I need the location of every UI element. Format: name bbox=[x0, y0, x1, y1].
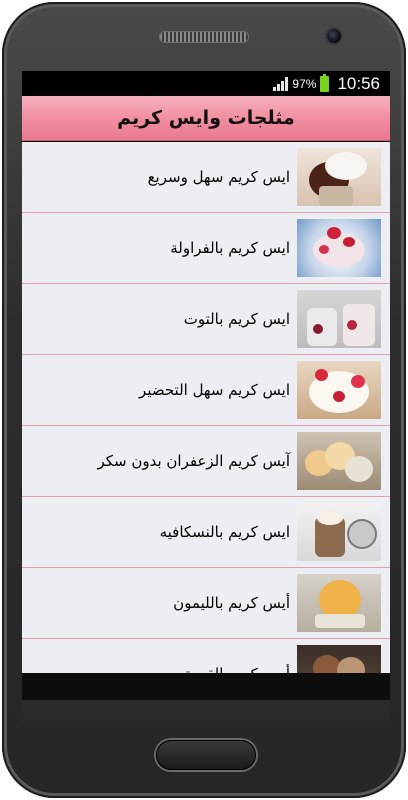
app-title: مثلجات وايس كريم bbox=[117, 107, 295, 129]
saffron-scoops-image bbox=[297, 432, 381, 490]
front-camera bbox=[327, 29, 341, 43]
list-item-label: ايس كريم سهل وسريع bbox=[147, 168, 290, 186]
navigation-strip bbox=[22, 700, 390, 722]
home-button[interactable] bbox=[156, 740, 256, 770]
list-item[interactable]: آيس كريم الزعفران بدون سكر bbox=[22, 426, 390, 497]
coffee-glass-image bbox=[297, 503, 381, 561]
list-item[interactable]: ايس كريم سهل التحضير bbox=[22, 355, 390, 426]
strawberry-cream-bowl-image bbox=[297, 361, 381, 419]
list-item[interactable]: ايس كريم بالتوت bbox=[22, 284, 390, 355]
list-item[interactable]: ايس كريم بالفراولة bbox=[22, 213, 390, 284]
screen: 97% 10:56 مثلجات وايس كريم ايس كريم سهل … bbox=[22, 71, 390, 722]
strawberry-ice-cream-image bbox=[297, 219, 381, 277]
list-item-label: آيس كريم الزعفران بدون سكر bbox=[97, 452, 290, 470]
app-bar: مثلجات وايس كريم bbox=[22, 96, 390, 141]
list-item-label: ايس كريم بالنسكافيه bbox=[159, 523, 290, 541]
speaker-grille bbox=[160, 32, 248, 42]
lemon-sorbet-image bbox=[297, 574, 381, 632]
list-item-label: أيس كريم القهوة bbox=[22, 665, 297, 673]
berry-parfait-image bbox=[297, 290, 381, 348]
list-item[interactable]: ايس كريم سهل وسريع bbox=[22, 142, 390, 213]
list-item-label: ايس كريم بالفراولة bbox=[170, 239, 290, 257]
status-bar: 97% 10:56 bbox=[22, 71, 390, 96]
battery-percent: 97% bbox=[292, 76, 317, 91]
list-item[interactable]: أيس كريم القهوة bbox=[22, 639, 390, 673]
clock: 10:56 bbox=[337, 73, 380, 93]
list-item[interactable]: أيس كريم بالليمون bbox=[22, 568, 390, 639]
list-item-label: ايس كريم بالتوت bbox=[183, 310, 290, 328]
coffee-scoops-image bbox=[297, 645, 381, 673]
signal-icon bbox=[273, 76, 289, 91]
battery-icon bbox=[320, 73, 330, 92]
list-item-label: أيس كريم بالليمون bbox=[173, 594, 290, 612]
list-item-label: ايس كريم سهل التحضير bbox=[139, 381, 290, 399]
phone-frame: 97% 10:56 مثلجات وايس كريم ايس كريم سهل … bbox=[2, 2, 406, 798]
bottom-bar bbox=[22, 673, 390, 700]
recipe-list[interactable]: ايس كريم سهل وسريع ايس كريم بالفراولة اي… bbox=[22, 142, 390, 673]
list-item[interactable]: ايس كريم بالنسكافيه bbox=[22, 497, 390, 568]
chocolate-sundae-image bbox=[297, 148, 381, 206]
